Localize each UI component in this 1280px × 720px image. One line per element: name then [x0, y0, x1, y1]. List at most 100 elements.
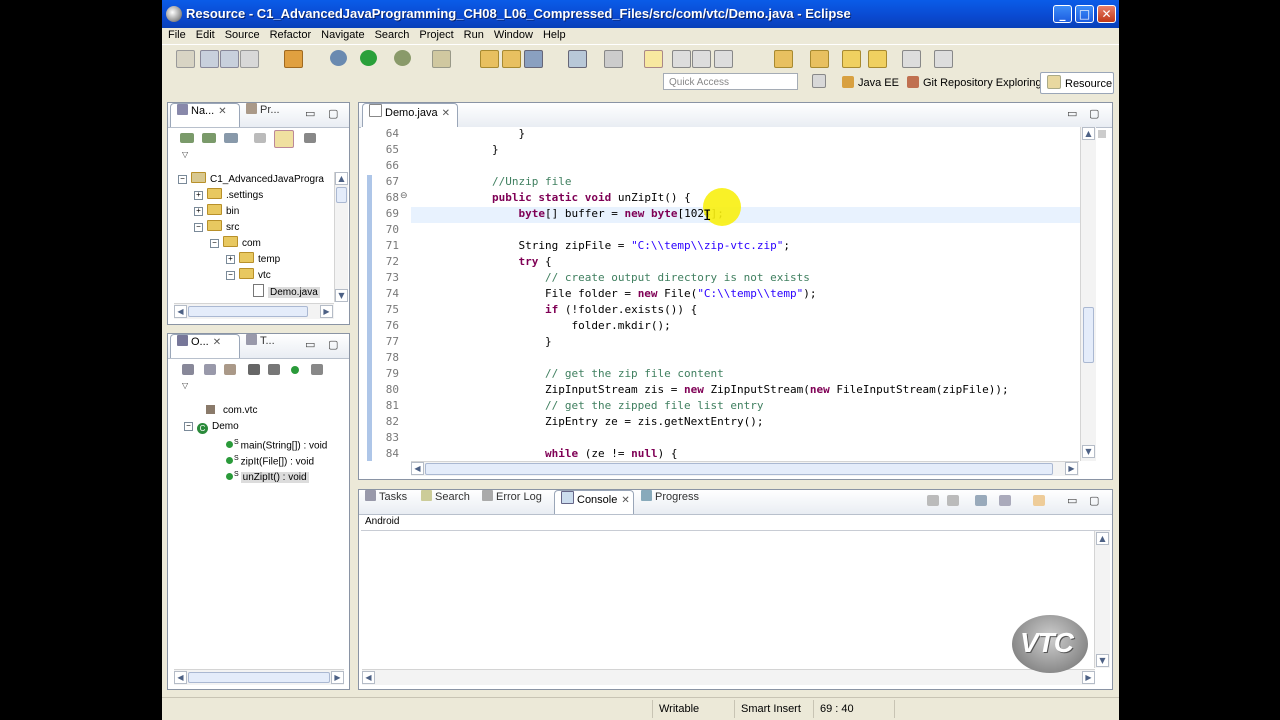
scroll-left-icon[interactable]: ◀ — [411, 462, 424, 475]
tab-project-explorer[interactable]: Pr... — [246, 103, 280, 127]
back-nav-icon[interactable] — [180, 133, 194, 143]
hide-nonpublic-icon[interactable] — [248, 364, 260, 375]
perspective-resource[interactable]: Resource — [1040, 72, 1114, 94]
maximize-view-icon[interactable]: ▢ — [1089, 107, 1099, 120]
scroll-right-icon[interactable]: ▶ — [1065, 462, 1078, 475]
tree-item[interactable]: + .settings — [194, 188, 263, 204]
tab-console[interactable]: Console ✕ — [554, 490, 634, 514]
minimize-button[interactable]: _ — [1053, 5, 1072, 23]
up-nav-icon[interactable] — [224, 133, 238, 143]
console-hscroll[interactable]: ◀ ▶ — [362, 669, 1095, 685]
list-item[interactable]: SzipIt(File[]) : void — [226, 451, 314, 467]
list-item[interactable]: com.vtc — [206, 403, 257, 419]
menu-source[interactable]: Source — [220, 29, 265, 41]
search-toolbar-icon[interactable] — [524, 50, 543, 68]
public-member-icon[interactable] — [291, 366, 299, 374]
scroll-thumb[interactable] — [188, 306, 308, 317]
close-icon[interactable]: ✕ — [218, 106, 226, 117]
menu-refactor[interactable]: Refactor — [265, 29, 317, 41]
toggle-mark-icon[interactable] — [568, 50, 587, 68]
code-line[interactable]: } — [439, 143, 499, 156]
scroll-thumb[interactable] — [425, 463, 1053, 475]
list-item[interactable]: Smain(String[]) : void — [226, 435, 327, 451]
word-wrap-icon[interactable] — [714, 50, 733, 68]
code-line[interactable]: } — [439, 127, 525, 140]
save-icon[interactable] — [200, 50, 219, 68]
scroll-left-icon[interactable]: ◀ — [362, 671, 375, 684]
view-menu-icon[interactable] — [304, 133, 316, 143]
pin-console-icon[interactable] — [975, 495, 987, 506]
code-line[interactable]: folder.mkdir(); — [439, 319, 670, 332]
code-line[interactable]: try { — [439, 255, 551, 268]
close-button[interactable]: ✕ — [1097, 5, 1116, 23]
minimize-view-icon[interactable]: ▭ — [305, 338, 315, 351]
menu-help[interactable]: Help — [538, 29, 571, 41]
tree-item[interactable]: + bin — [194, 204, 239, 220]
run-icon[interactable] — [360, 50, 377, 66]
tab-task-list[interactable]: T... — [246, 334, 275, 358]
quick-access-input[interactable]: Quick Access — [663, 73, 798, 90]
console-vscroll[interactable]: ▲ ▼ — [1094, 531, 1110, 668]
tree-item[interactable]: Demo.java — [242, 284, 320, 298]
tab-demo-java[interactable]: Demo.java ✕ — [362, 103, 458, 127]
block-select-icon[interactable] — [672, 50, 691, 68]
scroll-up-icon[interactable]: ▲ — [1082, 127, 1095, 140]
menu-project[interactable]: Project — [414, 29, 458, 41]
link-editor-icon[interactable] — [274, 130, 294, 148]
scroll-up-icon[interactable]: ▲ — [335, 172, 348, 185]
chevron-down-icon[interactable]: ▽ — [182, 381, 188, 390]
save-all-icon[interactable] — [220, 50, 239, 68]
hide-static-icon[interactable] — [224, 364, 236, 375]
minimize-view-icon[interactable]: ▭ — [1067, 494, 1077, 507]
code-line[interactable]: public static void unZipIt() { — [439, 191, 691, 204]
open-type-icon[interactable] — [480, 50, 499, 68]
next-annotation-icon[interactable] — [774, 50, 793, 68]
scroll-right-icon[interactable]: ▶ — [1082, 671, 1095, 684]
code-line[interactable]: ZipEntry ze = zis.getNextEntry(); — [439, 415, 764, 428]
code-line[interactable]: if (!folder.exists()) { — [439, 303, 697, 316]
tab-error-log[interactable]: Error Log — [482, 490, 542, 514]
collapse-all-icon[interactable] — [254, 133, 266, 143]
list-item[interactable]: SunZipIt() : void — [226, 467, 309, 484]
open-perspective-icon[interactable] — [812, 72, 828, 94]
tab-outline[interactable]: O... ✕ — [170, 334, 240, 358]
external-tools-icon[interactable] — [394, 50, 411, 66]
code-line[interactable]: } — [439, 335, 552, 348]
close-icon[interactable]: ✕ — [213, 337, 221, 348]
perspective-git[interactable]: Git Repository Exploring — [907, 72, 1042, 94]
menu-navigate[interactable]: Navigate — [316, 29, 369, 41]
scroll-left-icon[interactable]: ◀ — [174, 305, 187, 318]
scroll-thumb[interactable] — [1083, 307, 1094, 363]
outline-menu-icon[interactable] — [311, 364, 323, 375]
navigator-hscroll[interactable]: ◀ ▶ — [174, 303, 334, 319]
sort-icon[interactable] — [182, 364, 194, 375]
close-icon[interactable]: ✕ — [442, 108, 450, 119]
menu-file[interactable]: File — [162, 29, 191, 41]
tab-tasks[interactable]: Tasks — [365, 490, 407, 514]
new-java-project-icon[interactable] — [432, 50, 451, 68]
tab-progress[interactable]: Progress — [641, 490, 699, 514]
code-line[interactable]: File folder = new File("C:\\temp\\temp")… — [439, 287, 817, 300]
tab-navigator[interactable]: Na... ✕ — [170, 103, 240, 127]
new-icon[interactable] — [176, 50, 195, 68]
maximize-view-icon[interactable]: ▢ — [328, 107, 338, 120]
expand-icon[interactable]: + — [226, 255, 235, 264]
open-folder-icon[interactable] — [502, 50, 521, 68]
scroll-right-icon[interactable]: ▶ — [320, 305, 333, 318]
code-editor[interactable]: 64 } 65 } 66 67 //Unzip file 68 public stati… — [361, 127, 1082, 461]
scroll-up-icon[interactable]: ▲ — [1096, 532, 1109, 545]
display-console-icon[interactable] — [999, 495, 1011, 506]
scroll-down-icon[interactable]: ▼ — [1082, 445, 1095, 458]
code-line[interactable]: ZipInputStream zis = new ZipInputStream(… — [439, 383, 1009, 396]
code-line[interactable]: // get the zip file content — [439, 367, 724, 380]
outline-hscroll[interactable]: ◀ ▶ — [174, 669, 344, 685]
back-icon[interactable] — [842, 50, 861, 68]
navigator-vscroll[interactable]: ▲ ▼ — [334, 172, 348, 302]
tree-item[interactable]: − C1_AdvancedJavaProgra — [178, 172, 324, 188]
open-console-icon[interactable] — [1033, 495, 1045, 506]
code-line[interactable]: //Unzip file — [439, 175, 571, 188]
fold-collapse-icon[interactable]: ⊖ — [400, 191, 408, 201]
highlight-icon[interactable] — [644, 50, 663, 68]
minimize-view-icon[interactable]: ▭ — [1067, 107, 1077, 120]
annotation-icon[interactable] — [604, 50, 623, 68]
